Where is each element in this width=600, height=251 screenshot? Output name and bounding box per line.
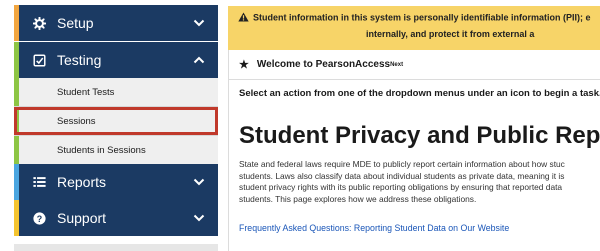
- warning-icon: [238, 12, 249, 24]
- welcome-header: ★ Welcome to PearsonAccess Next: [229, 50, 600, 80]
- instruction-text: Select an action from one of the dropdow…: [239, 88, 600, 99]
- page-title: Student Privacy and Public Reports: [239, 122, 600, 149]
- banner-line-1: Student information in this system is pe…: [253, 12, 591, 23]
- svg-text:?: ?: [36, 213, 41, 223]
- paragraph-line: students. This page explores how we addr…: [239, 193, 477, 204]
- sidebar-next-item-partial: [14, 244, 218, 251]
- sidebar-item-label: Sessions: [57, 115, 96, 127]
- chevron-up-icon: [192, 56, 206, 64]
- chevron-down-icon: [192, 214, 206, 222]
- sidebar-nav: Setup Testing Student Tests Sessions Stu…: [0, 0, 228, 251]
- pii-warning-banner: Student information in this system is pe…: [228, 6, 600, 50]
- nav-setup[interactable]: Setup: [14, 5, 218, 41]
- nav-testing[interactable]: Testing: [14, 42, 218, 78]
- paragraph-line: students. Laws also classify data about …: [239, 170, 565, 181]
- privacy-paragraph: State and federal laws require MDE to pu…: [239, 159, 600, 205]
- nav-reports-label: Reports: [57, 174, 107, 190]
- welcome-panel: ★ Welcome to PearsonAccess Next Select an…: [228, 50, 600, 251]
- paragraph-line: student privacy rights with its public r…: [239, 182, 563, 193]
- nav-support[interactable]: ? Support: [14, 200, 218, 236]
- faq-link[interactable]: Frequently Asked Questions: Reporting St…: [239, 223, 509, 233]
- sidebar-item-student-tests[interactable]: Student Tests: [14, 78, 218, 106]
- banner-line-2: internally, and protect it from external…: [366, 29, 535, 39]
- sidebar-item-sessions[interactable]: Sessions: [14, 107, 218, 135]
- nav-support-label: Support: [57, 210, 107, 226]
- welcome-title: Welcome to PearsonAccess: [256, 59, 391, 70]
- checkbox-icon: [30, 53, 48, 67]
- nav-setup-label: Setup: [57, 15, 94, 31]
- sidebar-item-label: Students in Sessions: [57, 144, 146, 156]
- gear-icon: [30, 16, 48, 30]
- nav-reports[interactable]: Reports: [14, 164, 218, 200]
- chevron-down-icon: [192, 19, 206, 27]
- chevron-down-icon: [192, 178, 206, 186]
- sidebar-item-label: Student Tests: [57, 86, 115, 98]
- reports-icon: [30, 176, 48, 188]
- star-icon: ★: [239, 59, 249, 71]
- welcome-superscript: Next: [390, 61, 404, 68]
- main-content: Student information in this system is pe…: [228, 0, 600, 251]
- nav-testing-label: Testing: [57, 52, 102, 68]
- sidebar-item-students-in-sessions[interactable]: Students in Sessions: [14, 136, 218, 164]
- question-icon: ?: [30, 211, 48, 225]
- paragraph-line: State and federal laws require MDE to pu…: [239, 159, 565, 169]
